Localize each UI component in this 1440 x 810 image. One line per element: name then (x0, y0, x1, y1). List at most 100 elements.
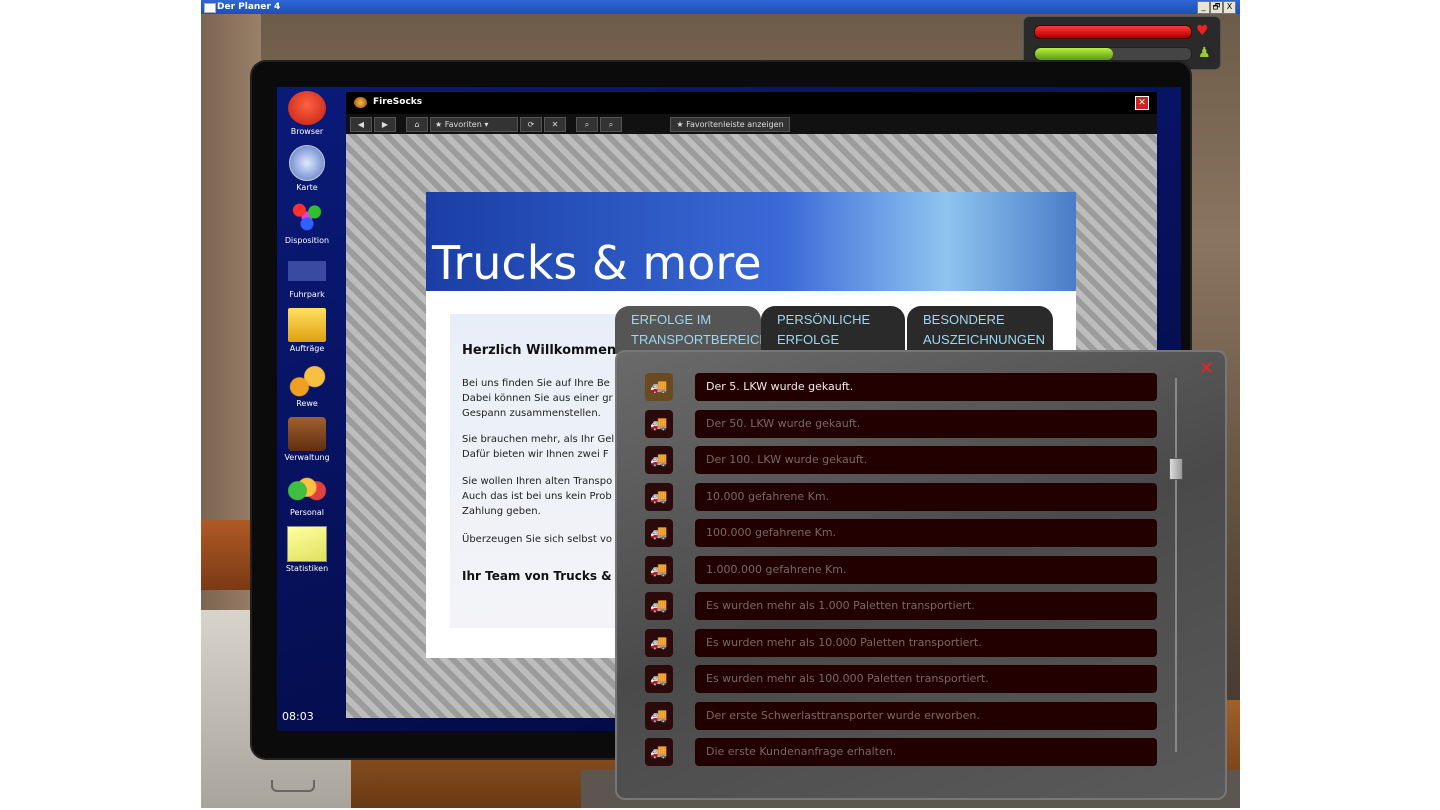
desktop-icon-rewe[interactable]: Rewe (277, 363, 337, 408)
firesocks-logo-icon (354, 97, 367, 108)
desktop-icon-label: Rewe (296, 399, 318, 408)
browser-title: FireSocks (373, 97, 423, 107)
tab-awards[interactable]: BESONDERE AUSZEICHNUNGEN (907, 306, 1053, 354)
briefcase-icon (288, 417, 326, 451)
browser-icon (288, 91, 326, 125)
zoom-out-button[interactable]: ⌕ (600, 117, 622, 132)
desktop-icon-label: Fuhrpark (289, 290, 325, 299)
desktop-icon-label: Aufträge (289, 344, 325, 353)
desktop-icon-personal[interactable]: Personal (277, 472, 337, 517)
tab-label: PERSÖNLICHE ERFOLGE (777, 312, 871, 347)
truck-icon (288, 254, 326, 288)
favorites-label: Favoriten (444, 120, 482, 129)
truck-icon: 🚚 (645, 738, 673, 766)
achievement-row: 🚚 1.000.000 gefahrene Km. (645, 555, 1157, 584)
achievement-row: 🚚 100.000 gefahrene Km. (645, 519, 1157, 547)
desktop-icon-label: Disposition (284, 236, 330, 245)
app-icon (204, 3, 216, 13)
person-icon: ♟ (1198, 45, 1211, 61)
achievement-row: 🚚 Der 5. LKW wurde gekauft. (645, 373, 1157, 401)
browser-titlebar: FireSocks ✕ (346, 92, 1157, 114)
window-titlebar: Der Planer 4 _ 🗗 X (201, 0, 1240, 14)
people-icon (288, 472, 326, 506)
tab-transport[interactable]: ERFOLGE IM TRANSPORTBEREICH (615, 306, 769, 354)
tab-personal[interactable]: PERSÖNLICHE ERFOLGE (761, 306, 905, 354)
truck-icon: 🚚 (645, 373, 673, 401)
window-title: Der Planer 4 (217, 2, 281, 12)
health-bar (1034, 25, 1192, 39)
desktop-icon-karte[interactable]: Karte (277, 145, 337, 192)
tab-label: ERFOLGE IM TRANSPORTBEREICH (631, 312, 769, 347)
achievement-text: 100.000 gefahrene Km. (695, 519, 1157, 547)
desktop-icon-label: Verwaltung (284, 453, 330, 462)
achievement-text: Der erste Schwerlasttransporter wurde er… (695, 701, 1157, 730)
desktop-icon-fuhrpark[interactable]: Fuhrpark (277, 254, 337, 299)
desktop-icon-disposition[interactable]: Disposition (277, 200, 337, 245)
money-icon (288, 363, 326, 397)
chart-icon (287, 526, 327, 562)
achievement-row: 🚚 Der 50. LKW wurde gekauft. (645, 409, 1157, 438)
star-icon: ★ (435, 120, 443, 129)
favorites-bar-label: Favoritenleiste anzeigen (686, 120, 784, 129)
truck-icon: 🚚 (645, 628, 673, 657)
truck-icon: 🚚 (645, 701, 673, 730)
truck-icon: 🚚 (645, 592, 673, 620)
home-button[interactable]: ⌂ (406, 117, 428, 132)
star-icon: ★ (676, 120, 684, 129)
restore-button[interactable]: 🗗 (1210, 1, 1223, 14)
close-window-button[interactable]: X (1223, 1, 1236, 14)
chevron-down-icon: ▾ (484, 120, 489, 129)
achievement-row: 🚚 Der erste Schwerlasttransporter wurde e… (645, 701, 1157, 730)
achievements-close-button[interactable]: ✕ (1199, 358, 1214, 379)
minimize-button[interactable]: _ (1197, 1, 1210, 14)
truck-icon: 🚚 (645, 446, 673, 474)
signature: Ihr Team von Trucks & m (462, 569, 629, 583)
tab-label: BESONDERE AUSZEICHNUNGEN (923, 312, 1046, 347)
stop-button[interactable]: ✕ (544, 117, 566, 132)
achievement-text: Der 50. LKW wurde gekauft. (695, 409, 1157, 438)
truck-icon: 🚚 (645, 482, 673, 511)
favorites-dropdown[interactable]: ★ Favoriten ▾ (430, 117, 518, 132)
scrollbar-thumb[interactable] (1169, 458, 1183, 480)
truck-icon: 🚚 (645, 519, 673, 547)
achievement-text: Der 5. LKW wurde gekauft. (695, 373, 1157, 401)
disposition-icon (288, 200, 326, 234)
folder-icon (288, 308, 326, 342)
achievement-text: 10.000 gefahrene Km. (695, 482, 1157, 511)
truck-icon: 🚚 (645, 555, 673, 584)
reload-button[interactable]: ⟳ (520, 117, 542, 132)
page-banner: Trucks & more (426, 192, 1076, 291)
truck-icon: 🚚 (645, 409, 673, 438)
desktop-icon-browser[interactable]: Browser (277, 91, 337, 136)
achievement-row: 🚚 Der 100. LKW wurde gekauft. (645, 446, 1157, 474)
desktop-icon-label: Statistiken (285, 564, 329, 573)
achievement-text: Der 100. LKW wurde gekauft. (695, 446, 1157, 474)
back-button[interactable]: ◀ (350, 117, 372, 132)
browser-toolbar: ◀ ▶ ⌂ ★ Favoriten ▾ ⟳ ✕ ⌕ ⌕ ★ Favoritenl… (346, 114, 1157, 134)
achievement-text: Es wurden mehr als 10.000 Paletten trans… (695, 628, 1157, 657)
welcome-heading: Herzlich Willkommen in (462, 343, 635, 358)
desktop-icon-auftraege[interactable]: Aufträge (277, 308, 337, 353)
desktop-clock: 08:03 (282, 710, 314, 723)
desktop-icon-verwaltung[interactable]: Verwaltung (277, 417, 337, 462)
desktop-icon-label: Browser (290, 127, 324, 136)
truck-icon: 🚚 (645, 665, 673, 693)
browser-close-button[interactable]: ✕ (1135, 96, 1149, 110)
scrollbar-track[interactable] (1175, 378, 1177, 752)
game-scene: Der Planer 4 _ 🗗 X ♥ ♟ Browser Karte Dis… (201, 0, 1240, 808)
favorites-bar-button[interactable]: ★ Favoritenleiste anzeigen (670, 117, 790, 132)
achievement-row: 🚚 Die erste Kundenanfrage erhalten. (645, 738, 1157, 766)
achievement-text: 1.000.000 gefahrene Km. (695, 555, 1157, 584)
desktop-icon-label: Personal (289, 508, 324, 517)
achievement-text: Es wurden mehr als 1.000 Paletten transp… (695, 592, 1157, 620)
satisfaction-bar (1034, 47, 1192, 61)
achievement-text: Es wurden mehr als 100.000 Paletten tran… (695, 665, 1157, 693)
compass-icon (289, 145, 325, 181)
zoom-in-button[interactable]: ⌕ (576, 117, 598, 132)
forward-button[interactable]: ▶ (374, 117, 396, 132)
cabinet-handle (271, 780, 315, 792)
satisfaction-bar-fill (1035, 48, 1113, 60)
desktop-icon-statistiken[interactable]: Statistiken (277, 526, 337, 573)
achievement-row: 🚚 10.000 gefahrene Km. (645, 482, 1157, 511)
desktop-icon-label: Karte (296, 183, 318, 192)
